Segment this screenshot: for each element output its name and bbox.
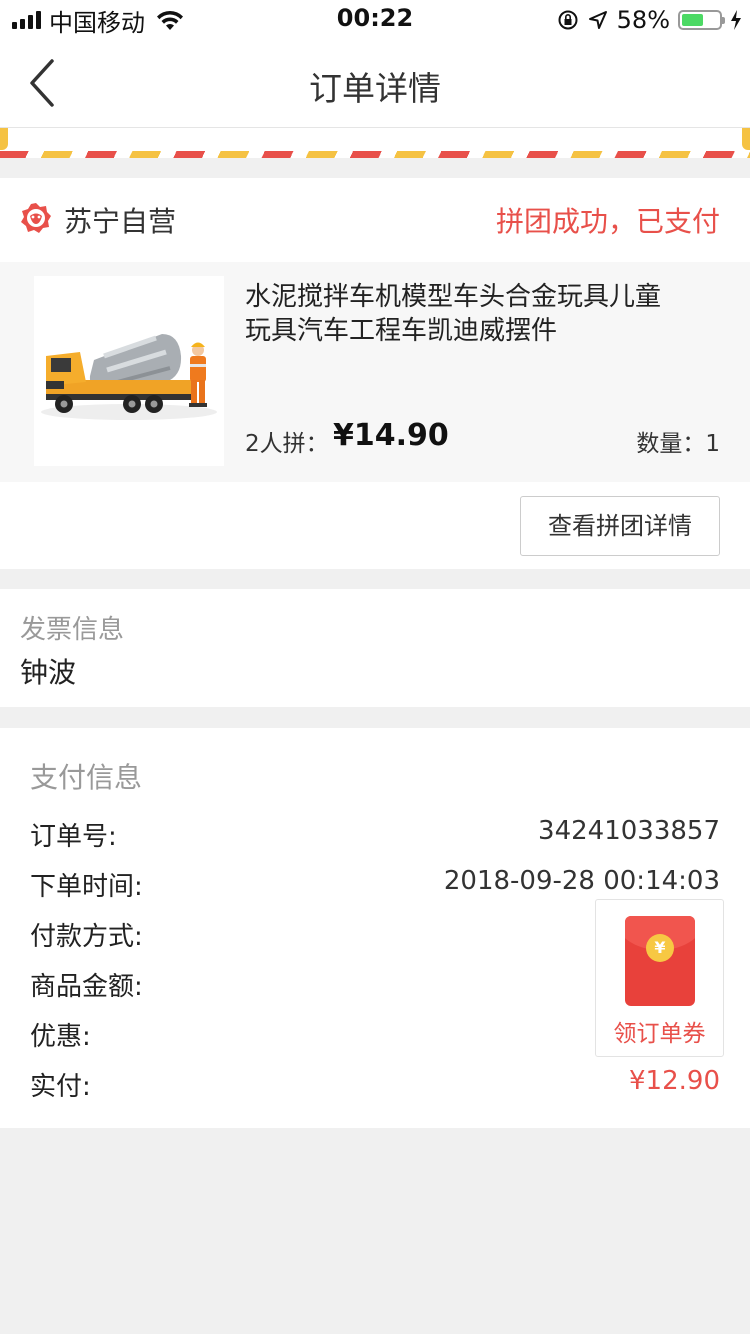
- stripe-corner-right: [742, 128, 750, 150]
- product-item[interactable]: 水泥搅拌车机模型车头合金玩具儿童玩具汽车工程车凯迪威摆件 2人拼： ¥14.90…: [0, 262, 750, 482]
- status-right: 58%: [557, 6, 742, 34]
- order-status: 拼团成功，已支付: [495, 205, 720, 238]
- address-stripe: [0, 128, 750, 158]
- location-icon: [588, 11, 607, 29]
- payment-row-label: 实付:: [30, 1072, 91, 1102]
- product-image: [34, 276, 224, 466]
- yuan-coin-icon: ¥: [646, 934, 674, 962]
- suning-shop-icon: [21, 203, 51, 233]
- stripe-band: [0, 151, 750, 158]
- coupon-label: 领订单券: [613, 1021, 706, 1047]
- view-group-details-button[interactable]: 查看拼团详情: [520, 496, 720, 556]
- payment-row-value: 2018-09-28 00:14:03: [443, 866, 720, 896]
- shop-name: 苏宁自营: [64, 205, 177, 238]
- nav-bar: 订单详情: [0, 40, 750, 128]
- payment-row-label: 下单时间:: [30, 872, 143, 902]
- charging-icon: [731, 10, 741, 30]
- invoice-label: 发票信息: [20, 615, 125, 645]
- payment-row-label: 商品金额:: [30, 972, 143, 1002]
- invoice-value: 钟波: [20, 656, 77, 689]
- page-title: 订单详情: [309, 69, 441, 108]
- status-bar: 中国移动 00:22 58%: [0, 0, 750, 40]
- paid-amount-value: ¥12.90: [629, 1066, 720, 1096]
- product-quantity: 数量：1: [636, 431, 720, 457]
- stripe-corner-left: [0, 128, 8, 150]
- order-card: 苏宁自营 拼团成功，已支付 水泥搅拌车机模型车头合金玩具儿童玩具汽车工程车凯迪威…: [0, 178, 750, 569]
- battery-icon: [678, 10, 725, 30]
- battery-percent: 58%: [616, 6, 670, 34]
- paid-amount-row: 实付: ¥12.90: [30, 1066, 720, 1106]
- order-coupon-button[interactable]: ¥ 领订单券: [595, 899, 724, 1057]
- orientation-lock-icon: [558, 10, 578, 30]
- red-envelope-icon: ¥: [625, 916, 695, 1006]
- payment-row-value: 34241033857: [538, 816, 720, 846]
- payment-row-label: 订单号:: [30, 822, 117, 852]
- payment-row-label: 优惠:: [30, 1022, 91, 1052]
- invoice-card: 发票信息 钟波: [0, 589, 750, 707]
- product-title: 水泥搅拌车机模型车头合金玩具儿童玩具汽车工程车凯迪威摆件: [245, 282, 662, 346]
- payment-title: 支付信息: [30, 761, 143, 794]
- group-size-label: 2人拼：: [245, 431, 329, 457]
- order-number-row: 订单号: 34241033857: [30, 816, 720, 856]
- payment-row-label: 付款方式:: [30, 922, 143, 952]
- product-price: ¥14.90: [333, 418, 449, 453]
- shop-row[interactable]: 苏宁自营 拼团成功，已支付: [0, 178, 750, 262]
